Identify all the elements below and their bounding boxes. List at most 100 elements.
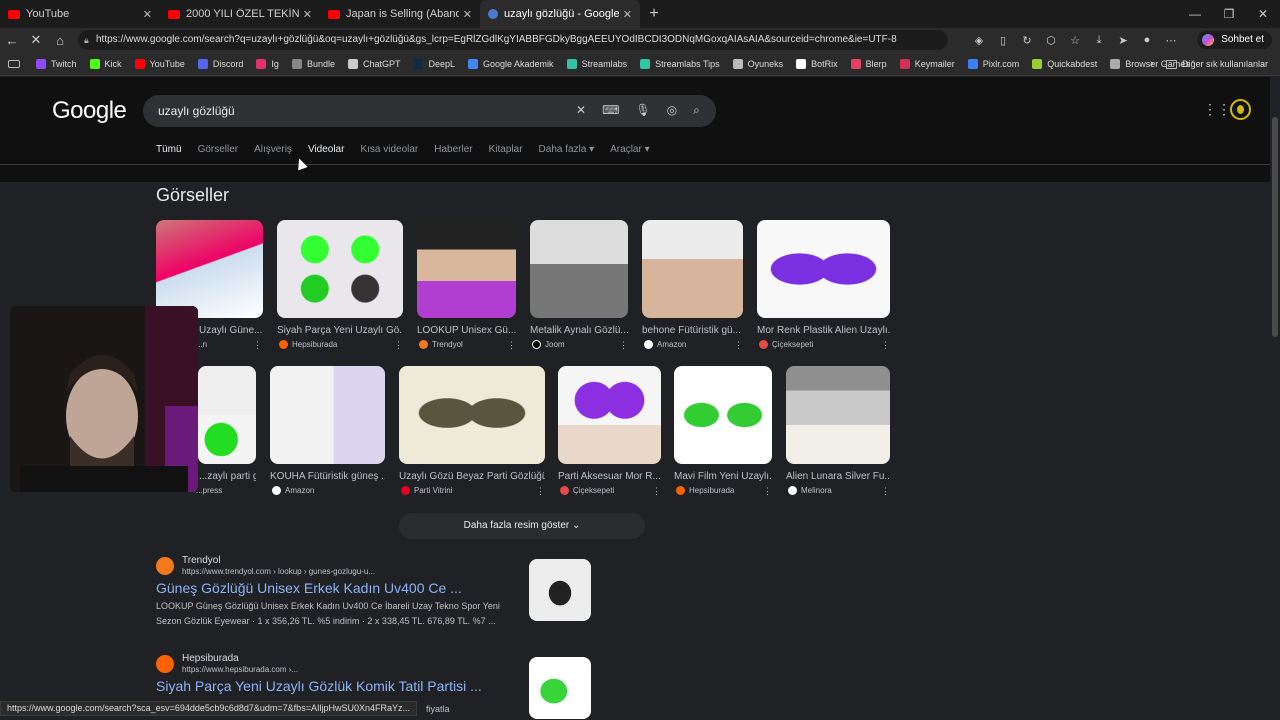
image-caption[interactable]: Alien Lunara Silver Fu... [786, 471, 890, 482]
scroll-thumb[interactable] [1272, 117, 1278, 337]
image-result[interactable] [530, 220, 628, 318]
more-options-icon[interactable]: ⋮ [507, 340, 516, 351]
share-icon[interactable]: ➤ [1112, 34, 1134, 47]
more-options-icon[interactable]: ⋮ [734, 340, 743, 351]
bookmark-oyuneks[interactable]: Oyuneks [732, 58, 783, 69]
back-arrow-icon[interactable]: ← [0, 33, 24, 48]
image-caption[interactable]: behone Fütüristik gü... [642, 325, 743, 336]
bookmark-chatgpt[interactable]: ChatGPT [347, 58, 400, 69]
image-caption[interactable]: Uzaylı Güne... [199, 325, 263, 336]
bookmark-bundle[interactable]: Bundle [291, 58, 335, 69]
browser-tab[interactable]: Japan is Selling (Abandoned) Hou ✕ [320, 0, 480, 28]
microphone-icon[interactable]: 🎙︎ [635, 103, 650, 118]
lock-icon[interactable]: 🔒︎ [84, 30, 89, 50]
close-tab-icon[interactable]: ✕ [303, 8, 312, 21]
sidebar-icon[interactable]: ▯ [992, 34, 1014, 47]
image-result[interactable] [277, 220, 403, 318]
bookmark-streamlabs[interactable]: Streamlabs [566, 58, 627, 69]
reload-icon[interactable]: ✕ [24, 32, 48, 48]
result-title-link[interactable]: Güneş Gözlüğü Unisex Erkek Kadın Uv400 C… [156, 580, 462, 596]
bookmark-youtube[interactable]: YouTube [134, 58, 185, 69]
search-icon[interactable]: ⌕ [693, 103, 700, 118]
bookmark-botrix[interactable]: BotRix [796, 58, 838, 69]
bookmark-quickabdest[interactable]: Quickabdest [1032, 58, 1097, 69]
image-caption[interactable]: Metalik Aynalı Gözlü... [530, 325, 628, 336]
google-logo[interactable]: Google [52, 97, 127, 125]
close-tab-icon[interactable]: ✕ [143, 8, 152, 21]
image-result[interactable] [399, 366, 545, 464]
favorites-icon[interactable]: ☆ [1064, 34, 1086, 47]
image-source[interactable]: Çiçeksepeti [560, 486, 614, 495]
more-options-icon[interactable]: ⋮ [881, 340, 890, 351]
tab-more[interactable]: Daha fazla ▾ [539, 144, 595, 155]
bookmark-keymailer[interactable]: Keymailer [899, 58, 955, 69]
bookmark-blerp[interactable]: Blerp [850, 58, 887, 69]
result-title-link[interactable]: Siyah Parça Yeni Uzaylı Gözlük Komik Tat… [156, 678, 482, 694]
tab-books[interactable]: Kitaplar [489, 144, 523, 155]
image-caption[interactable]: LOOKUP Unisex Gü... [417, 325, 516, 336]
image-source[interactable]: Hepsiburada [279, 340, 337, 349]
image-result[interactable] [674, 366, 772, 464]
image-source[interactable]: Amazon [272, 486, 314, 495]
bookmark-pixlr[interactable]: Pixlr.com [967, 58, 1019, 69]
tab-actions-icon[interactable] [8, 59, 20, 68]
image-caption[interactable]: Mavi Film Yeni Uzaylı... [674, 471, 772, 482]
more-options-icon[interactable]: ⋮ [536, 486, 545, 497]
profile-icon[interactable]: ● [1136, 34, 1158, 46]
image-source[interactable]: ...press [196, 486, 222, 495]
image-result[interactable] [417, 220, 516, 318]
more-menu-icon[interactable]: ⋯ [1160, 34, 1182, 47]
other-bookmarks[interactable]: Diğer sık kullanılanlar [1165, 52, 1268, 76]
extension-icon[interactable]: ◈ [968, 34, 990, 47]
bookmark-discord[interactable]: Discord [197, 58, 243, 69]
copilot-button[interactable]: Sohbet et [1197, 31, 1272, 49]
tab-shopping[interactable]: Alışveriş [254, 144, 292, 155]
result-thumbnail[interactable] [529, 559, 591, 621]
image-caption[interactable]: ...zaylı parti g... [199, 471, 256, 482]
image-caption[interactable]: Parti Aksesuar Mor R... [558, 471, 661, 482]
more-options-icon[interactable]: ⋮ [394, 340, 403, 351]
result-thumbnail[interactable] [529, 657, 591, 719]
image-result[interactable] [198, 366, 256, 464]
page-scrollbar[interactable] [1270, 77, 1280, 720]
apps-grid-icon[interactable]: ⋮⋮ [1203, 101, 1231, 118]
bookmark-streamlabs-tips[interactable]: Streamlabs Tips [640, 58, 720, 69]
more-images-button[interactable]: Daha fazla resim göster ⌄ [399, 513, 645, 539]
tab-videos[interactable]: Videolar [308, 144, 345, 155]
bookmark-instagram[interactable]: Ig [256, 58, 279, 69]
shield-icon[interactable]: ⬡ [1040, 34, 1062, 47]
bookmark-kick[interactable]: Kick [89, 58, 122, 69]
result-url[interactable]: https://www.trendyol.com › lookup › gune… [182, 567, 375, 576]
tab-short-videos[interactable]: Kısa videolar [360, 144, 418, 155]
address-input[interactable]: 🔒︎ https://www.google.com/search?q=uzayl… [78, 30, 948, 50]
minimize-icon[interactable]: — [1178, 0, 1212, 28]
close-tab-icon[interactable]: ✕ [623, 8, 632, 21]
more-options-icon[interactable]: ⋮ [652, 486, 661, 497]
new-tab-button[interactable]: + [640, 5, 668, 23]
image-source[interactable]: Çiçeksepeti [759, 340, 813, 349]
image-result[interactable] [558, 366, 661, 464]
close-window-icon[interactable]: ✕ [1246, 0, 1280, 28]
result-url[interactable]: https://www.hepsiburada.com ›... [182, 665, 298, 674]
close-tab-icon[interactable]: ✕ [463, 8, 472, 21]
image-result[interactable] [156, 220, 263, 318]
image-source[interactable]: Amazon [644, 340, 686, 349]
tab-tools[interactable]: Araçlar ▾ [610, 144, 649, 155]
image-result[interactable] [270, 366, 385, 464]
image-result[interactable] [642, 220, 743, 318]
bookmark-deepl[interactable]: DeepL [413, 58, 455, 69]
chevron-right-icon[interactable]: › [1150, 52, 1154, 76]
image-caption[interactable]: Siyah Parça Yeni Uzaylı Gö... [277, 325, 403, 336]
image-source[interactable]: Joom [532, 340, 565, 349]
image-caption[interactable]: Mor Renk Plastik Alien Uzaylı... [757, 325, 890, 336]
image-source[interactable]: Hepsiburada [676, 486, 734, 495]
avatar[interactable] [1230, 99, 1251, 120]
maximize-icon[interactable]: ❐ [1212, 0, 1246, 28]
image-result[interactable] [786, 366, 890, 464]
download-icon[interactable]: ⤓ [1088, 34, 1110, 47]
tab-news[interactable]: Haberler [434, 144, 472, 155]
browser-tab[interactable]: 2000 YILI ÖZEL TEKİN ABİ İLE DAN ✕ [160, 0, 320, 28]
more-options-icon[interactable]: ⋮ [881, 486, 890, 497]
image-source[interactable]: Trendyol [419, 340, 463, 349]
bookmark-twitch[interactable]: Twitch [36, 58, 77, 69]
